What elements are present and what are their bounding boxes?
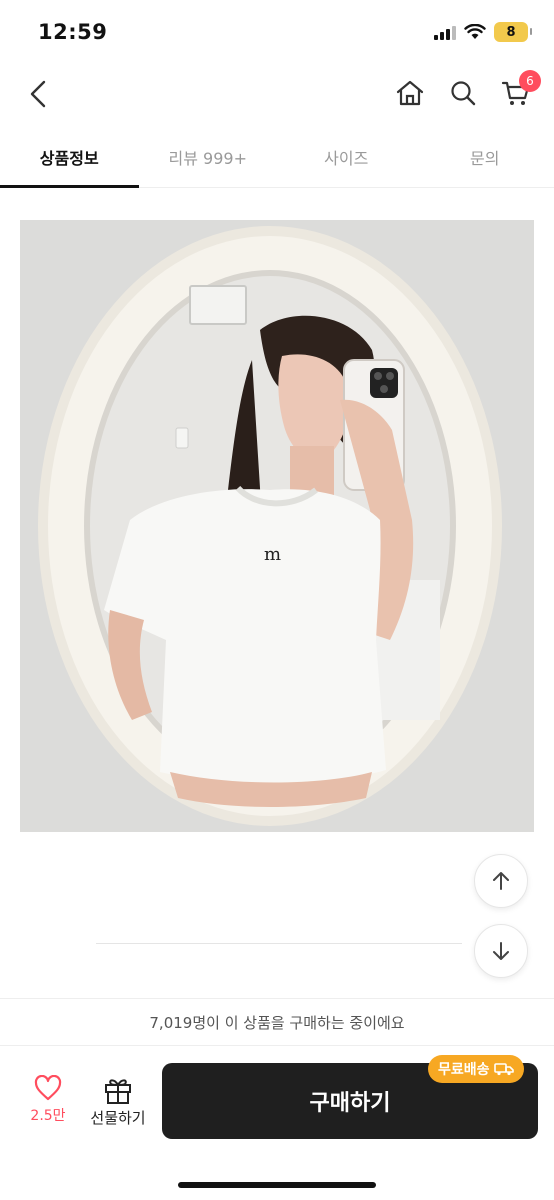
- tab-reviews[interactable]: 리뷰 999+: [139, 126, 278, 187]
- battery-icon: 8: [494, 22, 532, 42]
- status-icons: 8: [434, 22, 532, 42]
- scroll-to-bottom-button[interactable]: [474, 924, 528, 978]
- home-icon: [396, 80, 424, 106]
- gift-label: 선물하기: [90, 1109, 146, 1127]
- home-button[interactable]: [393, 76, 427, 110]
- truck-icon: [493, 1063, 514, 1076]
- arrow-down-icon: [493, 942, 509, 960]
- chevron-left-icon: [30, 80, 46, 108]
- heart-icon: [34, 1075, 62, 1101]
- back-button[interactable]: [22, 76, 54, 112]
- status-time: 12:59: [38, 20, 108, 44]
- free-shipping-label: 무료배송: [438, 1062, 490, 1078]
- purchase-notice-text: 7,019명이 이 상품을 구매하는 중이에요: [149, 1013, 405, 1032]
- search-button[interactable]: [446, 76, 480, 110]
- content-divider: [96, 943, 462, 944]
- purchase-notice: 7,019명이 이 상품을 구매하는 중이에요: [0, 998, 554, 1046]
- free-shipping-badge: 무료배송: [428, 1055, 524, 1083]
- cart-count-badge: 6: [519, 70, 541, 92]
- tab-inquiry[interactable]: 문의: [416, 126, 554, 187]
- cart-button[interactable]: 6: [499, 70, 541, 110]
- cellular-signal-icon: [434, 24, 456, 40]
- arrow-up-icon: [493, 872, 509, 890]
- like-button[interactable]: 2.5만: [20, 1075, 76, 1135]
- tab-size[interactable]: 사이즈: [277, 126, 416, 187]
- gift-icon: [105, 1079, 131, 1104]
- like-count: 2.5만: [30, 1108, 66, 1124]
- search-icon: [451, 81, 476, 106]
- svg-text:m: m: [264, 544, 281, 565]
- app-header: 6: [0, 64, 554, 126]
- battery-level: 8: [506, 24, 516, 40]
- product-image: m: [20, 220, 534, 832]
- bottom-action-bar: 2.5만 선물하기 구매하기 무료배송: [0, 1047, 554, 1200]
- home-indicator: [178, 1182, 376, 1188]
- scroll-to-top-button[interactable]: [474, 854, 528, 908]
- tab-product-info[interactable]: 상품정보: [0, 126, 139, 188]
- status-bar: 12:59 8: [0, 0, 554, 64]
- gift-button[interactable]: 선물하기: [86, 1075, 150, 1135]
- wifi-icon: [464, 24, 486, 39]
- product-tabs: 상품정보 리뷰 999+ 사이즈 문의: [0, 126, 554, 188]
